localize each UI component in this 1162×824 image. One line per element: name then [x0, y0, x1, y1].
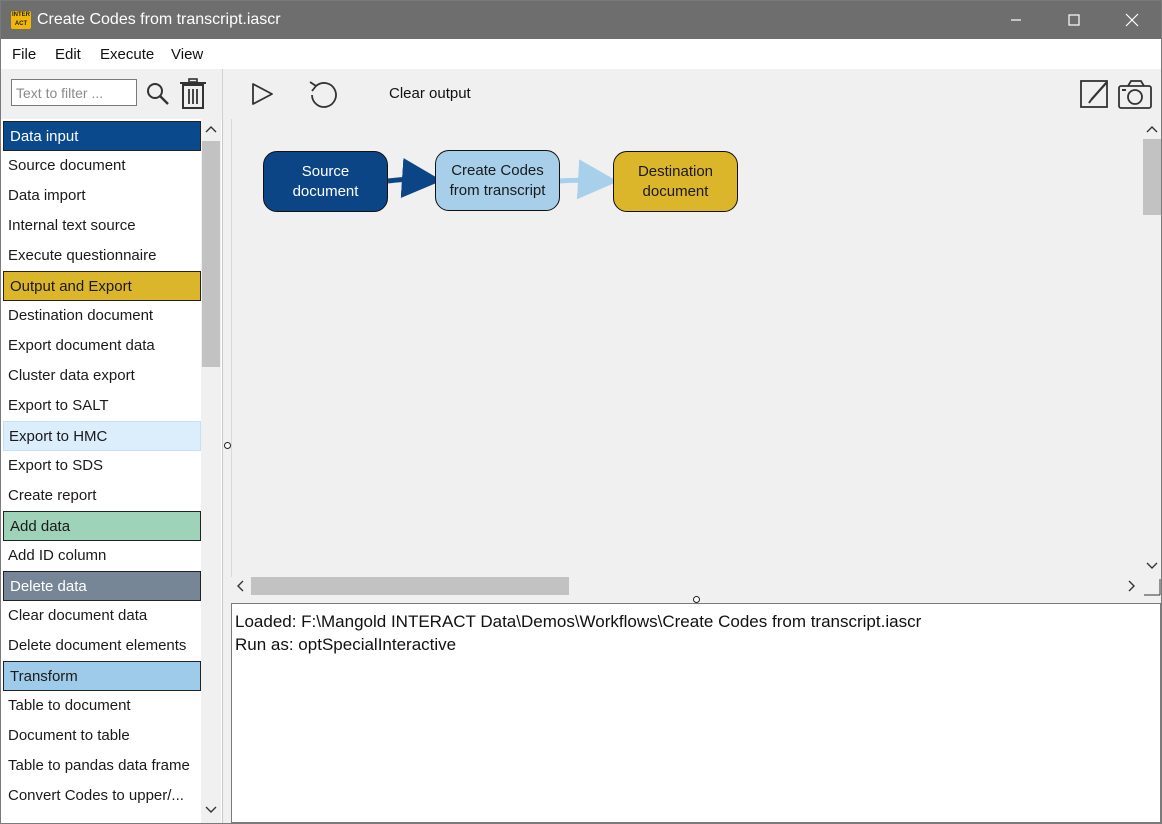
scroll-down-icon[interactable] — [205, 805, 217, 815]
maximize-button[interactable] — [1045, 1, 1103, 39]
canvas-scroll-right-icon[interactable] — [1127, 580, 1137, 592]
scrollbar-corner — [1144, 579, 1161, 596]
minimize-icon — [1011, 19, 1021, 21]
title-bar: INTER ACT Create Codes from transcript.i… — [1, 1, 1161, 39]
canvas-vertical-scrollbar[interactable] — [1143, 119, 1161, 577]
list-item[interactable]: Cluster data export — [3, 361, 201, 391]
menu-execute[interactable]: Execute — [100, 46, 154, 63]
canvas-scroll-left-icon[interactable] — [235, 580, 245, 592]
list-item[interactable]: Table to document — [3, 691, 201, 721]
edge-source-to-create — [387, 158, 442, 198]
canvas-scroll-down-icon[interactable] — [1146, 561, 1158, 571]
list-item[interactable]: Create report — [3, 481, 201, 511]
list-item[interactable]: Export to SALT — [3, 391, 201, 421]
output-console: Loaded: F:\Mangold INTERACT Data\Demos\W… — [231, 603, 1161, 823]
filter-input[interactable] — [11, 79, 137, 106]
list-item[interactable]: Destination document — [3, 301, 201, 331]
menu-file[interactable]: File — [12, 46, 36, 63]
list-item[interactable]: Data import — [3, 181, 201, 211]
node-label-line1: Destination — [637, 162, 714, 180]
canvas-hscroll-thumb[interactable] — [251, 577, 569, 595]
node-label-line2: document — [292, 182, 359, 200]
minimize-button[interactable] — [987, 1, 1045, 39]
workflow-canvas[interactable]: Source document Create Codes from transc… — [231, 119, 1143, 577]
app-window: INTER ACT Create Codes from transcript.i… — [0, 0, 1162, 824]
app-logo-text: INTER ACT — [12, 12, 30, 27]
list-item[interactable]: Document to table — [3, 721, 201, 751]
node-label-line2: document — [642, 182, 709, 200]
list-category-header[interactable]: Output and Export — [3, 271, 201, 301]
list-scrollbar-thumb[interactable] — [202, 141, 220, 367]
list-item[interactable]: Add ID column — [3, 541, 201, 571]
list-item[interactable]: Table to pandas data frame — [3, 751, 201, 781]
node-list-panel: Data input Source document Data import Inte… — [1, 119, 223, 823]
list-category-header[interactable]: Transform — [3, 661, 201, 691]
node-create-codes[interactable]: Create Codes from transcript — [435, 150, 560, 211]
list-category-header[interactable]: Delete data — [3, 571, 201, 601]
list-item[interactable]: Export document data — [3, 331, 201, 361]
run-icon[interactable] — [249, 81, 275, 107]
canvas-scroll-up-icon[interactable] — [1146, 124, 1158, 134]
left-toolbar — [1, 69, 223, 119]
close-button[interactable] — [1103, 1, 1161, 39]
maximize-icon — [1068, 14, 1080, 26]
output-line: Loaded: F:\Mangold INTERACT Data\Demos\W… — [235, 612, 922, 631]
list-item[interactable]: Convert Codes to upper/... — [3, 781, 201, 811]
trash-icon[interactable] — [179, 78, 207, 110]
node-destination-document[interactable]: Destination document — [613, 151, 738, 212]
node-list: Data input Source document Data import Inte… — [3, 121, 201, 811]
node-label-line1: Create Codes — [451, 161, 544, 179]
canvas-vscroll-thumb[interactable] — [1143, 139, 1161, 215]
list-scrollbar[interactable] — [201, 119, 221, 823]
node-source-document[interactable]: Source document — [263, 151, 388, 212]
list-item[interactable]: Export to SDS — [3, 451, 201, 481]
scroll-up-icon[interactable] — [205, 124, 217, 134]
list-item[interactable]: Export to HMC — [3, 421, 201, 451]
clear-output-button[interactable]: Clear output — [389, 85, 471, 102]
node-label-line2: from transcript — [449, 181, 546, 199]
edit-icon[interactable] — [1079, 78, 1111, 110]
canvas-horizontal-scrollbar[interactable] — [231, 577, 1143, 597]
camera-icon[interactable] — [1117, 78, 1153, 110]
reset-icon[interactable] — [307, 78, 341, 110]
search-icon[interactable] — [146, 82, 170, 106]
edge-create-to-destination — [559, 159, 618, 200]
window-title: Create Codes from transcript.iascr — [37, 11, 281, 28]
close-icon — [1125, 13, 1139, 27]
output-line: Run as: optSpecialInteractive — [235, 635, 457, 654]
menu-edit[interactable]: Edit — [55, 46, 81, 63]
vertical-splitter-handle[interactable] — [224, 442, 231, 449]
list-item[interactable]: Execute questionnaire — [3, 241, 201, 271]
menu-view[interactable]: View — [171, 46, 203, 63]
list-item[interactable]: Delete document elements — [3, 631, 201, 661]
workflow-toolbar: Clear output — [223, 69, 1161, 119]
app-logo-icon: INTER ACT — [11, 11, 31, 29]
list-category-header[interactable]: Data input — [3, 121, 201, 151]
node-label-line1: Source — [301, 162, 350, 180]
list-item[interactable]: Internal text source — [3, 211, 201, 241]
list-item[interactable]: Source document — [3, 151, 201, 181]
list-category-header[interactable]: Add data — [3, 511, 201, 541]
menu-bar: File Edit Execute View — [1, 39, 1161, 69]
list-item[interactable]: Clear document data — [3, 601, 201, 631]
horizontal-splitter-handle[interactable] — [693, 596, 700, 603]
